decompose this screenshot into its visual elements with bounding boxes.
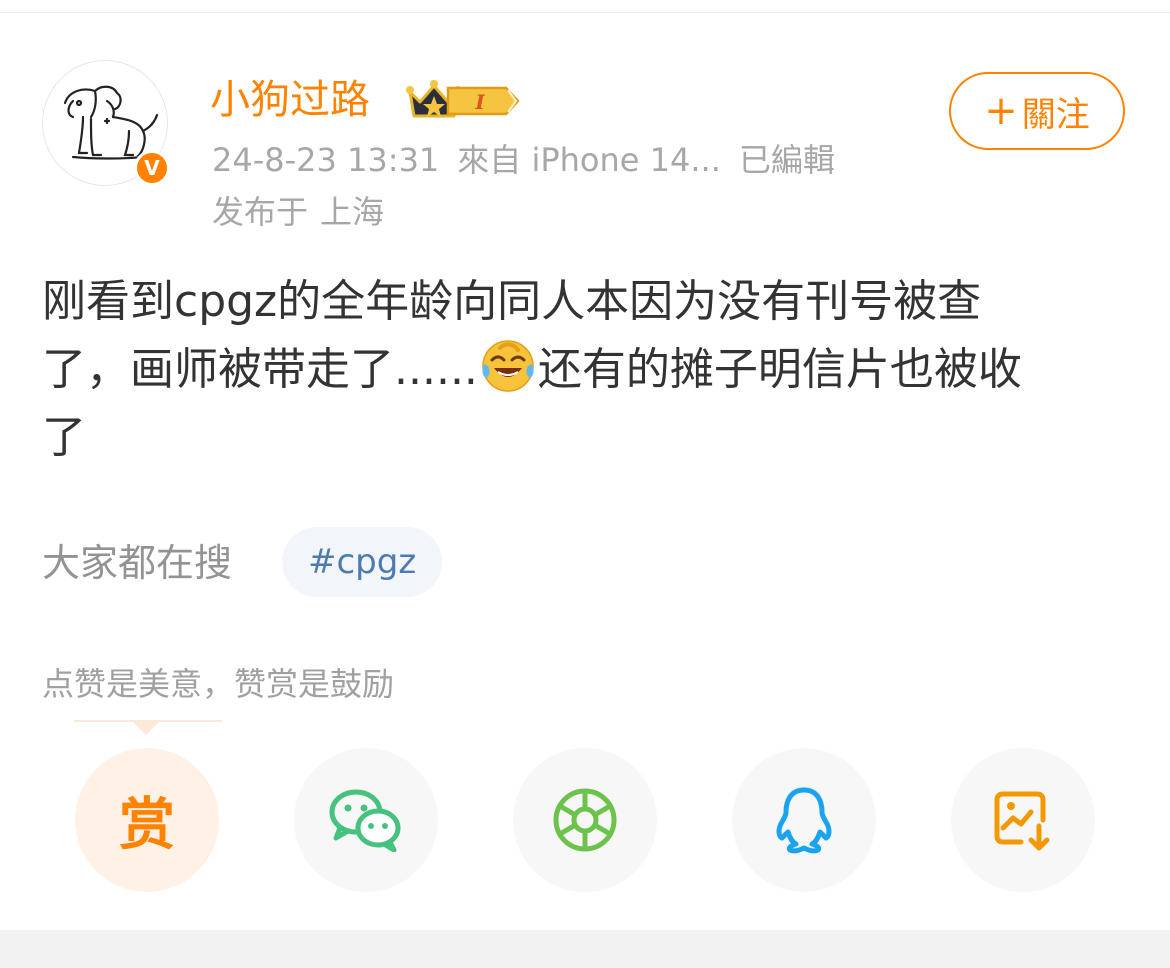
follow-label: 關注 [1021,94,1090,135]
level-badge-text: I [474,90,485,114]
post-text-segment: 了，画师被带走了...... [42,344,478,395]
reward-prompt: 点赞是美意，赞赏是鼓励 [42,665,395,703]
verified-badge-icon: V [134,150,170,186]
hashtag-chip[interactable]: #cpgz [282,527,443,597]
post-content: 刚看到cpgz的全年龄向同人本因为没有刊号被查 了，画师被带走了...... 还… [42,268,1132,472]
location-prefix: 发布于 [212,193,309,231]
post-text-line: 刚看到cpgz的全年龄向同人本因为没有刊号被查 [42,276,982,327]
reward-button[interactable]: 赏 [75,748,219,892]
post-text-segment: 还有的摊子明信片也被收 [537,344,1022,395]
bottom-separator [0,930,1170,968]
share-moments-button[interactable] [513,748,657,892]
qq-icon [776,787,832,854]
reward-icon: 赏 [119,792,175,858]
moments-icon [553,788,617,852]
post-location: 发布于 上海 [212,190,396,234]
wechat-icon [329,789,401,852]
username[interactable]: 小狗过路 [210,74,370,126]
level-badge[interactable]: I [446,82,522,120]
location-place: 上海 [320,193,385,231]
post-text-line: 了，画师被带走了...... 还有的摊子明信片也被收 [42,336,1132,404]
share-wechat-button[interactable] [294,748,438,892]
share-qq-button[interactable] [732,748,876,892]
post-meta: 24-8-23 13:31 來自 iPhone 14... 已編輯 [212,138,853,182]
laugh-cry-emoji-icon [482,340,534,392]
top-divider [0,12,1170,13]
follow-button[interactable]: + 關注 [949,72,1125,150]
post-timestamp: 24-8-23 13:31 [212,141,440,179]
plus-icon: + [984,88,1018,134]
save-image-icon [994,791,1050,851]
save-image-button[interactable] [951,748,1095,892]
tooltip-arrow [132,721,160,735]
user-avatar[interactable]: V [42,60,170,186]
post-text-line: 了 [42,412,86,463]
edited-label[interactable]: 已編輯 [739,141,835,179]
post-source[interactable]: 來自 iPhone 14... [457,141,721,179]
trending-search-label: 大家都在搜 [42,541,233,585]
